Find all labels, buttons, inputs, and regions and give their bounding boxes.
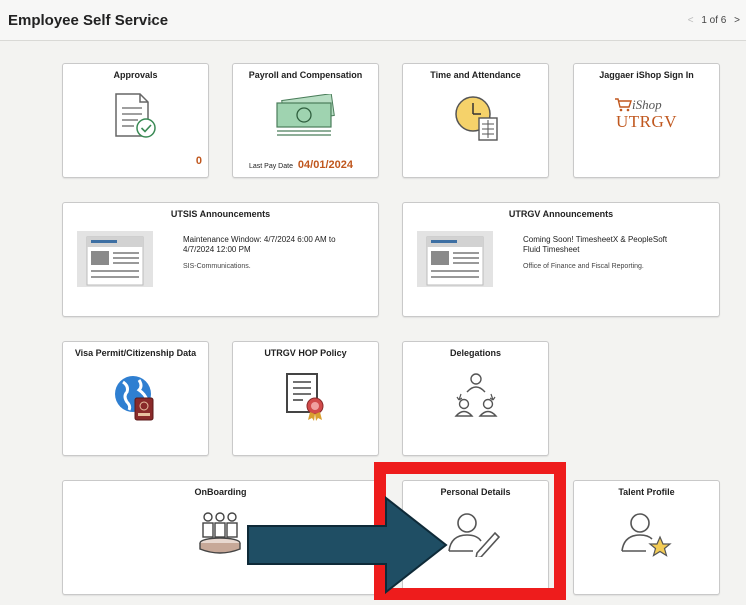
newspaper-icon bbox=[77, 231, 153, 287]
page-indicator: 1 of 6 bbox=[701, 15, 727, 26]
team-group-icon bbox=[199, 512, 241, 554]
utrgv-logo-text: UTRGV bbox=[616, 112, 678, 131]
globe-passport-icon bbox=[115, 376, 154, 421]
tile-title: Visa Permit/Citizenship Data bbox=[74, 348, 197, 358]
tile-hop-policy[interactable]: UTRGV HOP Policy bbox=[232, 341, 379, 456]
money-bills-icon bbox=[276, 94, 335, 136]
tile-approvals[interactable]: Approvals 0 bbox=[62, 63, 209, 178]
chevron-down-icon[interactable]: ⌄ bbox=[146, 13, 155, 26]
policy-certificate-icon bbox=[286, 373, 324, 421]
ishop-logo-text: iShop bbox=[632, 97, 662, 112]
previous-page-icon[interactable]: < bbox=[688, 15, 694, 26]
tile-title: Delegations bbox=[449, 348, 501, 358]
next-page-icon[interactable]: > bbox=[734, 15, 740, 26]
tile-title: Jaggaer iShop Sign In bbox=[599, 70, 694, 80]
tile-title: UTRGV Announcements bbox=[508, 209, 614, 219]
tile-payroll[interactable]: Payroll and Compensation Last Pay Date 0… bbox=[232, 63, 379, 178]
pointer-arrow bbox=[247, 496, 448, 594]
tile-title: Time and Attendance bbox=[430, 70, 521, 80]
last-pay-value: 04/01/2024 bbox=[297, 159, 353, 171]
tile-title: Approvals bbox=[113, 70, 158, 80]
page-header: Employee Self Service ⌄ < 1 of 6 > bbox=[0, 0, 746, 41]
newspaper-icon bbox=[417, 231, 493, 287]
tile-time-attendance[interactable]: Time and Attendance bbox=[402, 63, 549, 178]
tile-talent-profile[interactable]: Talent Profile bbox=[573, 480, 720, 595]
announcement-source: Office of Finance and Fiscal Reporting. bbox=[523, 263, 644, 270]
pager: < 1 of 6 > bbox=[683, 15, 740, 26]
last-pay-date: Last Pay Date 04/01/2024 bbox=[249, 159, 353, 171]
document-check-icon bbox=[115, 93, 156, 138]
tile-visa-citizenship[interactable]: Visa Permit/Citizenship Data bbox=[62, 341, 209, 456]
tile-title: Payroll and Compensation bbox=[248, 70, 363, 80]
person-star-icon bbox=[621, 513, 672, 557]
tile-delegations[interactable]: Delegations bbox=[402, 341, 549, 456]
tile-title: Talent Profile bbox=[618, 487, 675, 497]
tile-title: UTSIS Announcements bbox=[170, 209, 271, 219]
page-title[interactable]: Employee Self Service bbox=[8, 12, 168, 29]
shopping-cart-icon bbox=[615, 98, 632, 112]
delegation-people-icon bbox=[454, 373, 498, 417]
announcement-source: SIS-Communications. bbox=[183, 263, 251, 270]
announcement-text: Coming Soon! TimesheetX & PeopleSoft Flu… bbox=[523, 235, 668, 254]
last-pay-label: Last Pay Date bbox=[249, 163, 293, 170]
tile-utrgv-announcements[interactable]: UTRGV Announcements Coming Soon! Timeshe… bbox=[402, 202, 720, 317]
ishop-logo: iShop UTRGV bbox=[614, 97, 684, 138]
tile-title: UTRGV HOP Policy bbox=[264, 348, 347, 358]
tile-jaggaer[interactable]: Jaggaer iShop Sign In iShop UTRGV bbox=[573, 63, 720, 178]
approvals-count: 0 bbox=[195, 155, 202, 167]
tile-utsis-announcements[interactable]: UTSIS Announcements Maintenance Window: … bbox=[62, 202, 379, 317]
announcement-text: Maintenance Window: 4/7/2024 6:00 AM to … bbox=[183, 235, 336, 254]
clock-timesheet-icon bbox=[455, 96, 498, 141]
